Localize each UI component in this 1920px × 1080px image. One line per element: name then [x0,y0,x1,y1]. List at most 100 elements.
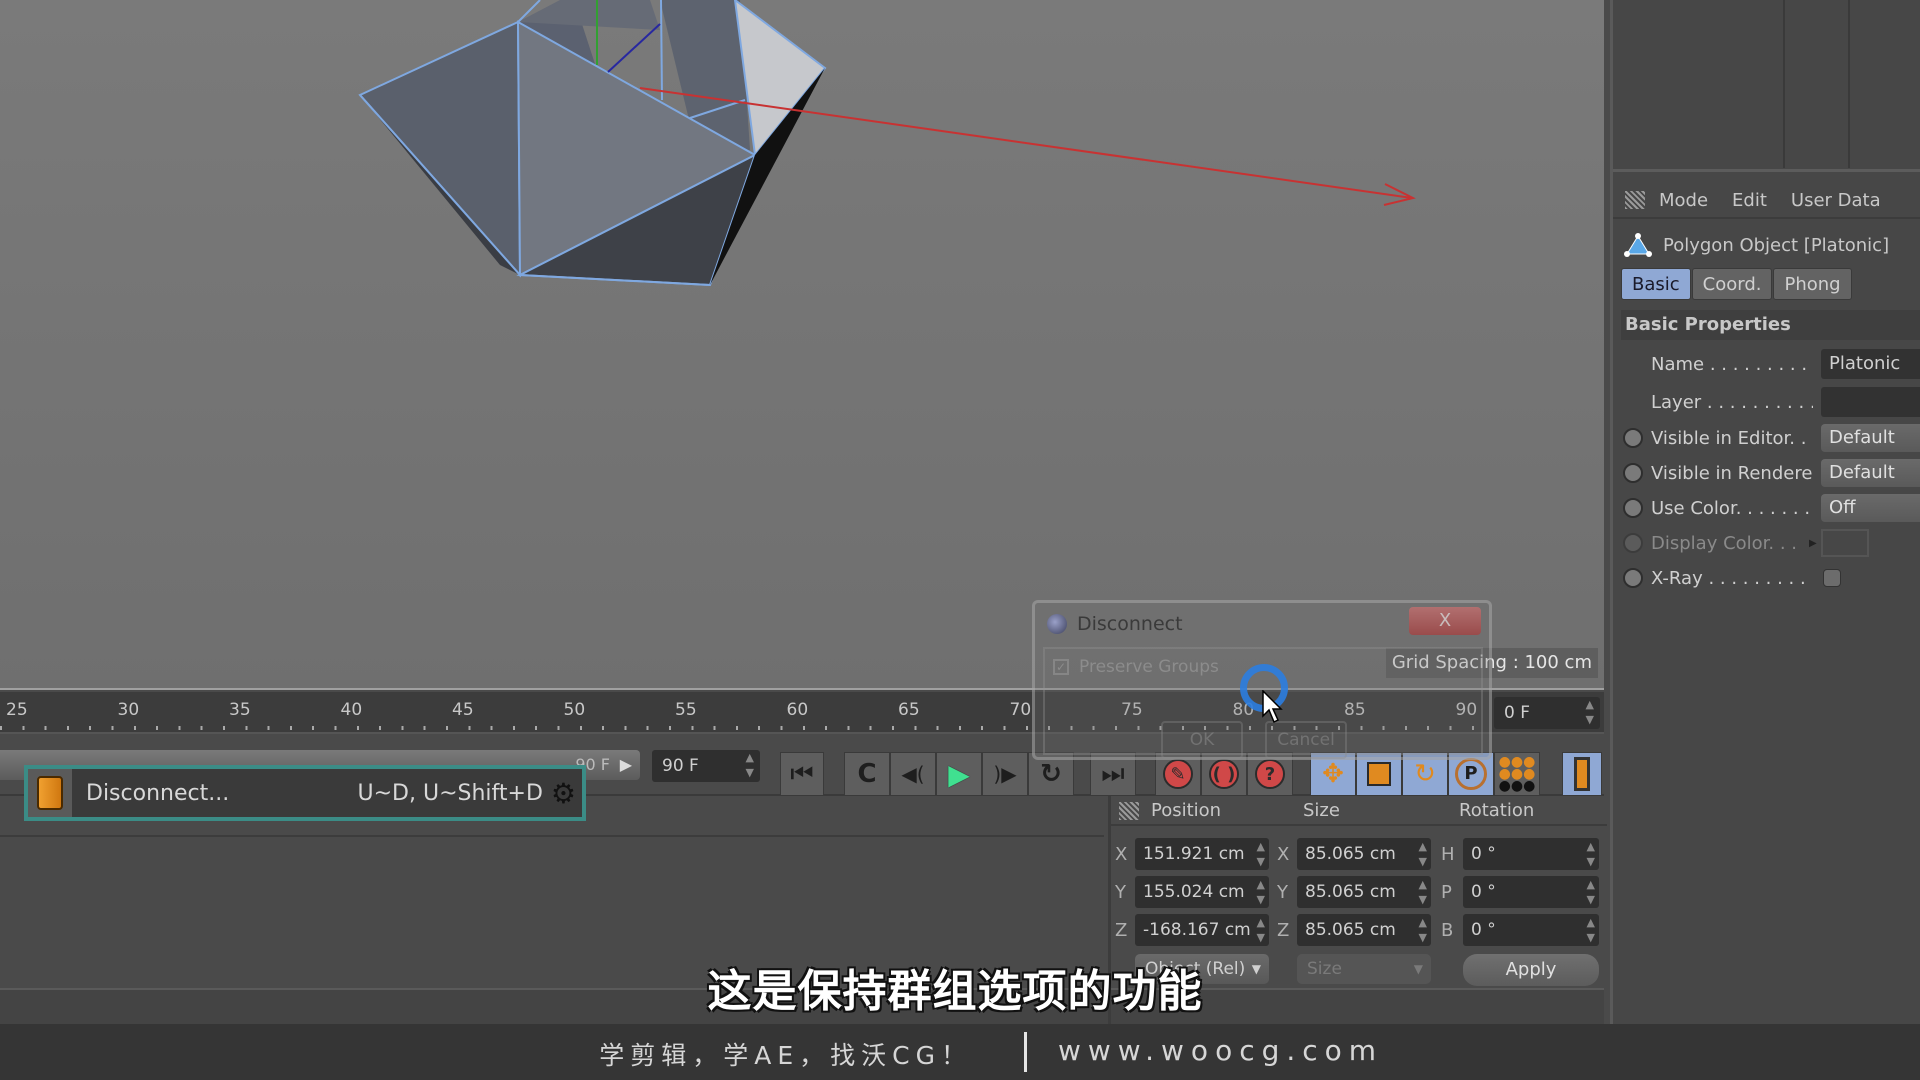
object-title-text: Polygon Object [Platonic] [1663,234,1890,256]
spinner-icon[interactable]: ▲ ▼ [1419,915,1427,945]
rot-b-input[interactable]: 0 ° ▲ ▼ [1463,914,1599,946]
spinner-icon[interactable]: ▲ ▼ [1257,915,1265,945]
rot-p-value: 0 ° [1471,882,1496,902]
rotation-header: Rotation [1459,800,1535,821]
previous-frame-button[interactable]: ◀( [890,752,936,796]
size-x-value: 85.065 cm [1305,844,1396,864]
previous-frame-icon: ◀( [901,762,925,786]
range-arrow-icon[interactable]: ▶ [620,750,632,780]
prop-xray-label: X-Ray . . . . . . . . . . . [1651,567,1813,589]
record-point-level-button[interactable]: ●●● ●●● ●●● [1494,752,1540,796]
gear-icon[interactable]: ⚙ [551,777,576,810]
size-z-value: 85.065 cm [1305,920,1396,940]
prop-visible-editor: Visible in Editor. . . Default [1613,422,1920,454]
end-frame-value: 90 F [662,756,699,776]
spinner-icon[interactable]: ▲ ▼ [1586,697,1594,727]
mouse-cursor-icon [1262,690,1283,724]
animate-radio-icon[interactable] [1623,498,1643,518]
grip-icon[interactable] [1625,191,1645,209]
timeline-tick-label: 40 [340,700,363,720]
menu-edit[interactable]: Edit [1732,190,1767,211]
visible-editor-select[interactable]: Default [1821,424,1920,452]
grip-icon[interactable] [1119,802,1139,820]
rot-h-label: H [1441,844,1455,865]
scheme-button[interactable] [1562,752,1602,796]
spinner-icon[interactable]: ▲ ▼ [746,750,754,780]
animate-radio-icon[interactable] [1623,533,1643,553]
current-frame-field[interactable]: 0 F ▲ ▼ [1494,697,1600,729]
command-tooltip[interactable]: Disconnect... U~D, U~Shift+D ⚙ [24,765,586,821]
rot-b-label: B [1441,920,1454,941]
layer-field[interactable] [1821,387,1920,417]
display-color-swatch[interactable] [1821,529,1869,557]
use-color-select[interactable]: Off [1821,494,1920,522]
pos-z-input[interactable]: -168.167 cm ▲ ▼ [1135,914,1269,946]
mesh-face [358,20,522,278]
column-divider[interactable] [1783,0,1785,168]
3d-viewport[interactable]: Grid Spacing : 100 cm [0,0,1604,690]
size-header: Size [1303,800,1340,821]
spinner-icon[interactable]: ▲ ▼ [1419,877,1427,907]
next-frame-button[interactable]: )▶ [982,752,1028,796]
timeline-tick-label: 55 [675,700,697,720]
pos-x-input[interactable]: 151.921 cm ▲ ▼ [1135,838,1269,870]
tab-coord[interactable]: Coord. [1691,268,1773,300]
preserve-groups-label: Preserve Groups [1079,657,1219,677]
size-z-label: Z [1277,920,1290,941]
points-grid-icon: ●●● ●●● ●●● [1498,754,1536,794]
spinner-icon[interactable]: ▲ ▼ [1257,839,1265,869]
footer-url: www.woocg.com [1058,1034,1384,1067]
go-to-start-button[interactable]: ⏮ [780,752,824,796]
rotate-icon: ↻ [1414,759,1436,789]
animate-radio-icon[interactable] [1623,428,1643,448]
position-header: Position [1151,800,1222,821]
previous-key-button[interactable]: C [844,752,890,796]
menu-mode[interactable]: Mode [1659,190,1708,211]
move-icon: ✥ [1322,759,1344,789]
pos-x-label: X [1115,844,1128,865]
tab-phong[interactable]: Phong [1773,268,1852,300]
prop-visible-editor-label: Visible in Editor. . . [1651,427,1813,449]
ok-button[interactable]: OK [1161,721,1243,759]
section-basic-properties[interactable]: Basic Properties [1621,310,1920,340]
dialog-title: Disconnect [1047,613,1183,635]
spinner-icon[interactable]: ▲ ▼ [1587,839,1595,869]
question-icon: ? [1255,759,1285,789]
timeline-tick-label: 60 [786,700,809,720]
coord-header: Position Size Rotation [1111,796,1607,826]
menu-user-data[interactable]: User Data [1791,190,1881,211]
play-button[interactable]: ▶ [936,752,982,796]
size-y-input[interactable]: 85.065 cm ▲ ▼ [1297,876,1431,908]
animate-radio-icon[interactable] [1623,568,1643,588]
dialog-title-text: Disconnect [1077,613,1183,635]
autokey-icon: ( ) [1209,759,1239,789]
attribute-menu-bar: Mode Edit User Data [1613,183,1920,219]
column-divider[interactable] [1848,0,1850,168]
object-manager[interactable] [1613,0,1920,172]
spinner-icon[interactable]: ▲ ▼ [1587,915,1595,945]
pos-y-label: Y [1115,882,1126,903]
spinner-icon[interactable]: ▲ ▼ [1587,877,1595,907]
rot-p-input[interactable]: 0 ° ▲ ▼ [1463,876,1599,908]
pos-y-input[interactable]: 155.024 cm ▲ ▼ [1135,876,1269,908]
viewport-scene [358,0,1416,287]
size-y-label: Y [1277,882,1288,903]
animate-radio-icon[interactable] [1623,463,1643,483]
watermark-footer: 学剪辑，学AE，找沃CG！ www.woocg.com [0,1024,1920,1080]
cancel-button[interactable]: Cancel [1265,721,1347,759]
visible-renderer-select[interactable]: Default [1821,459,1920,487]
expand-arrow-icon[interactable]: ▶ [1809,538,1817,549]
size-z-input[interactable]: 85.065 cm ▲ ▼ [1297,914,1431,946]
close-button[interactable]: X [1409,607,1481,635]
end-frame-field[interactable]: 90 F ▲ ▼ [652,750,760,782]
size-x-input[interactable]: 85.065 cm ▲ ▼ [1297,838,1431,870]
tab-basic[interactable]: Basic [1621,268,1691,300]
spinner-icon[interactable]: ▲ ▼ [1257,877,1265,907]
go-to-start-icon: ⏮ [790,758,814,789]
spinner-icon[interactable]: ▲ ▼ [1419,839,1427,869]
xray-checkbox[interactable] [1823,569,1841,587]
rot-h-input[interactable]: 0 ° ▲ ▼ [1463,838,1599,870]
name-input[interactable]: Platonic [1821,349,1920,379]
preserve-groups-checkbox[interactable]: ✓ Preserve Groups [1053,657,1219,677]
size-y-value: 85.065 cm [1305,882,1396,902]
